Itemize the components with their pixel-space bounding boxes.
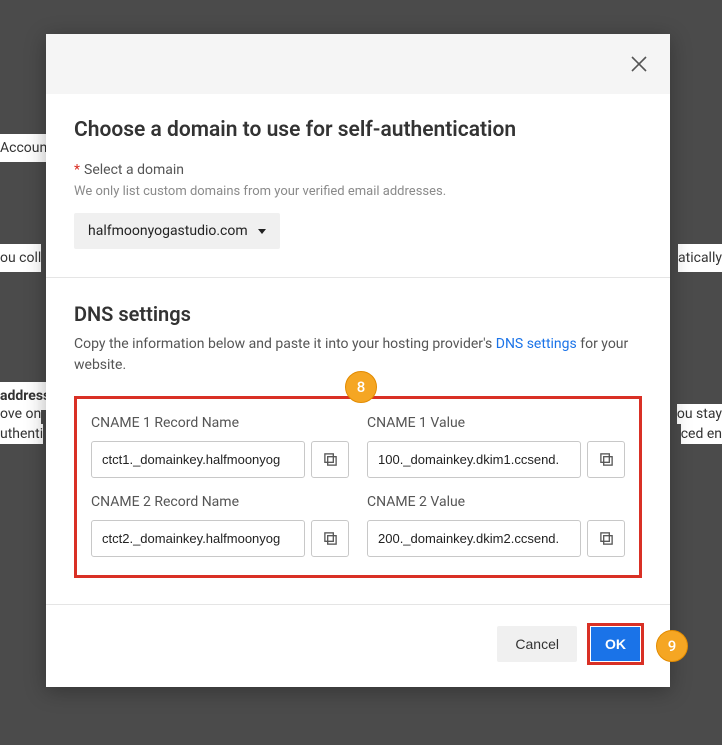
copy-icon	[599, 531, 614, 546]
close-icon[interactable]	[630, 55, 648, 73]
copy-cname2-value-button[interactable]	[587, 520, 625, 557]
cname1-name-input[interactable]	[91, 441, 305, 478]
cname2-value-col: CNAME 2 Value	[367, 494, 625, 557]
cname2-name-col: CNAME 2 Record Name	[91, 494, 349, 557]
dns-settings-desc: Copy the information below and paste it …	[74, 334, 642, 376]
divider	[46, 277, 670, 278]
bg-frag: atically	[678, 244, 722, 272]
modal-header	[46, 34, 670, 94]
copy-cname2-name-button[interactable]	[311, 520, 349, 557]
cname1-value-label: CNAME 1 Value	[367, 415, 625, 431]
cancel-button[interactable]: Cancel	[497, 626, 577, 662]
copy-cname1-name-button[interactable]	[311, 441, 349, 478]
select-help-text: We only list custom domains from your ve…	[74, 184, 642, 199]
cname1-value-col: CNAME 1 Value	[367, 415, 625, 478]
chevron-down-icon	[258, 229, 266, 234]
ok-button[interactable]: OK	[591, 627, 640, 661]
cname2-value-label: CNAME 2 Value	[367, 494, 625, 510]
cname1-name-label: CNAME 1 Record Name	[91, 415, 349, 431]
cname2-name-input[interactable]	[91, 520, 305, 557]
copy-icon	[599, 452, 614, 467]
bg-frag: uthenti	[0, 424, 43, 444]
modal-title: Choose a domain to use for self-authenti…	[74, 118, 642, 142]
required-asterisk: *	[74, 162, 80, 178]
selected-domain-value: halfmoonyogastudio.com	[88, 223, 248, 239]
cname1-value-input[interactable]	[367, 441, 581, 478]
dns-row-1: CNAME 1 Record Name CNAME 1 Value	[91, 415, 625, 478]
dns-settings-title: DNS settings	[74, 302, 642, 326]
select-label-row: * Select a domain	[74, 162, 642, 178]
domain-dropdown[interactable]: halfmoonyogastudio.com	[74, 213, 280, 249]
modal-body: Choose a domain to use for self-authenti…	[46, 94, 670, 578]
bg-frag: ou stay	[677, 404, 722, 424]
select-domain-label: Select a domain	[84, 162, 184, 178]
copy-cname1-value-button[interactable]	[587, 441, 625, 478]
modal-footer: Cancel OK 9	[46, 604, 670, 687]
cname2-name-label: CNAME 2 Record Name	[91, 494, 349, 510]
bg-frag: ove on	[0, 404, 41, 424]
annotation-badge-8: 8	[345, 371, 377, 403]
ok-highlight-box: OK	[587, 623, 644, 665]
dns-desc-text: Copy the information below and paste it …	[74, 336, 496, 352]
bg-frag: ou coll	[0, 244, 41, 272]
dns-settings-link[interactable]: DNS settings	[496, 336, 577, 352]
copy-icon	[323, 531, 338, 546]
annotation-badge-9: 9	[656, 630, 688, 662]
bg-frag: ced en	[681, 424, 722, 444]
copy-icon	[323, 452, 338, 467]
cname2-value-input[interactable]	[367, 520, 581, 557]
cname1-name-col: CNAME 1 Record Name	[91, 415, 349, 478]
dns-row-2: CNAME 2 Record Name CNAME 2 Value	[91, 494, 625, 557]
bg-frag: Accoun	[0, 134, 47, 162]
dns-records-box: 8 CNAME 1 Record Name CNAME 1 Value	[74, 396, 642, 578]
self-auth-modal: Choose a domain to use for self-authenti…	[46, 34, 670, 687]
